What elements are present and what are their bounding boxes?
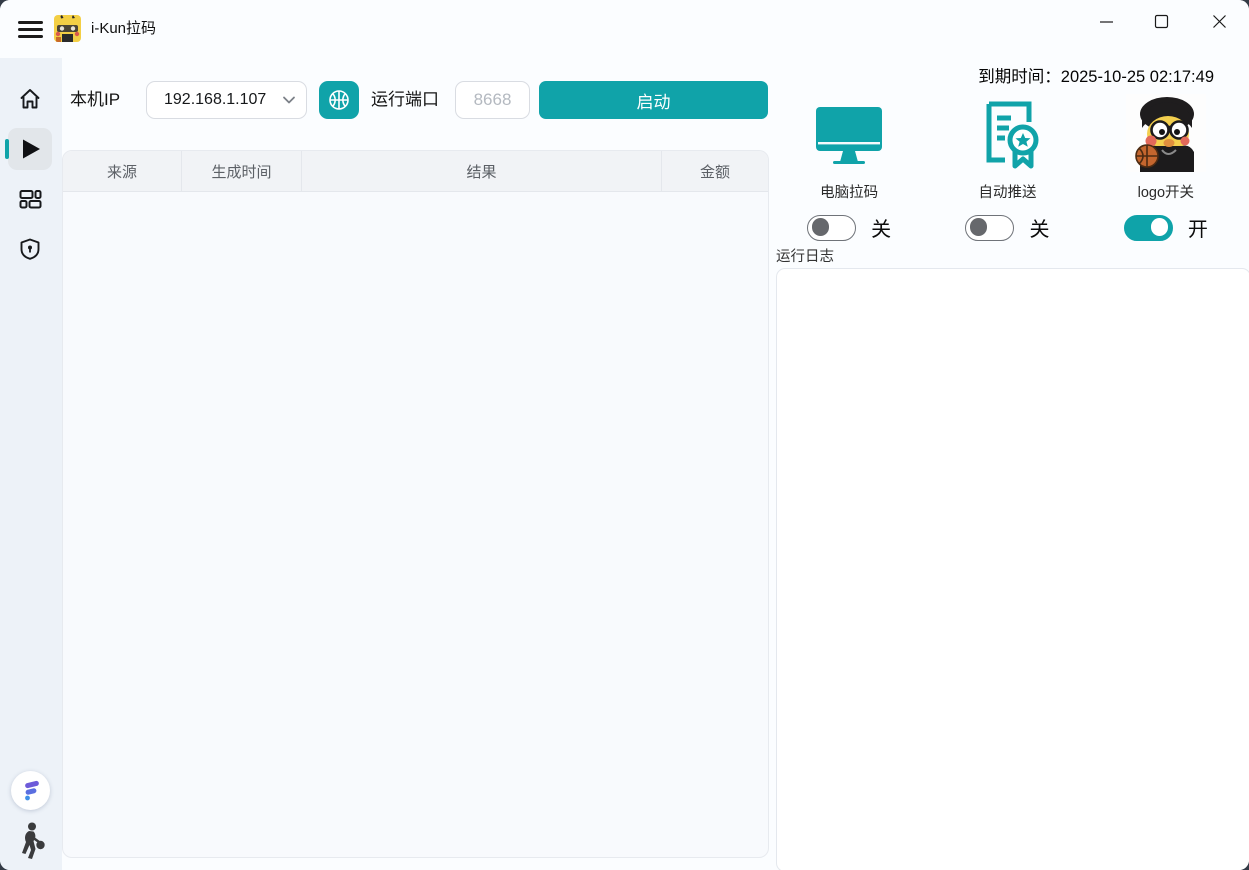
- table-body: [63, 191, 768, 857]
- sidebar: [0, 58, 62, 870]
- sidebar-item-security[interactable]: [8, 228, 52, 270]
- local-ip-label: 本机IP: [70, 81, 120, 119]
- table-header-row: 来源 生成时间 结果 金额: [63, 151, 768, 192]
- toggle-state-label: 开: [1188, 213, 1208, 242]
- logo-switch-toggle[interactable]: [1124, 215, 1173, 241]
- certificate-icon: [969, 92, 1045, 172]
- toggle-state-label: 关: [1029, 213, 1049, 242]
- play-icon: [17, 136, 43, 162]
- results-table: 来源 生成时间 结果 金额: [62, 150, 769, 858]
- auto-push-toggle[interactable]: [965, 215, 1014, 241]
- toggle-state-label: 关: [871, 213, 891, 242]
- column-header-time[interactable]: 生成时间: [182, 151, 302, 191]
- window-title: i-Kun拉码: [91, 0, 156, 58]
- sidebar-brand-button[interactable]: [11, 771, 50, 810]
- home-icon: [18, 87, 42, 111]
- basketball-icon: [327, 88, 351, 112]
- sidebar-item-home[interactable]: [8, 78, 52, 120]
- card-auto-push: 自动推送 关: [929, 92, 1085, 242]
- column-header-source[interactable]: 来源: [63, 151, 182, 191]
- expiry-value: 2025-10-25 02:17:49: [1061, 68, 1214, 86]
- title-bar: i-Kun拉码: [0, 0, 1249, 58]
- run-log-label: 运行日志: [776, 245, 834, 266]
- card-logo-switch: logo开关 开: [1088, 92, 1244, 242]
- card-pc-pull: 电脑拉码 关: [771, 92, 927, 242]
- apps-grid-icon: [18, 187, 42, 211]
- expiry-time: 到期时间：2025-10-25 02:17:49: [978, 63, 1214, 87]
- toggle-knob: [812, 218, 830, 236]
- card-label: 电脑拉码: [820, 181, 878, 202]
- sidebar-item-run[interactable]: [8, 128, 52, 170]
- minimize-button[interactable]: [1083, 0, 1129, 42]
- ip-select-value: 192.168.1.107: [164, 91, 282, 109]
- monitor-icon: [809, 92, 889, 172]
- close-button[interactable]: [1196, 0, 1242, 42]
- toggle-knob: [1151, 218, 1169, 236]
- shield-lock-icon: [18, 237, 42, 261]
- column-header-result[interactable]: 结果: [302, 151, 662, 191]
- active-indicator: [5, 139, 9, 159]
- card-label: logo开关: [1138, 181, 1194, 202]
- sidebar-item-apps[interactable]: [8, 178, 52, 220]
- column-header-amount[interactable]: 金额: [662, 151, 768, 191]
- avatar-image: [1126, 92, 1206, 172]
- pc-pull-toggle[interactable]: [807, 215, 856, 241]
- maximize-button[interactable]: [1138, 0, 1184, 42]
- card-label: 自动推送: [978, 181, 1036, 202]
- run-log-output[interactable]: [776, 268, 1249, 870]
- toggle-knob: [970, 218, 988, 236]
- app-logo-icon: [54, 15, 81, 42]
- app-window: i-Kun拉码: [0, 0, 1249, 870]
- feature-cards: 电脑拉码 关 自动推送 关: [770, 92, 1245, 242]
- expiry-label: 到期时间：: [978, 68, 1061, 86]
- port-input[interactable]: [455, 81, 530, 119]
- start-button[interactable]: 启动: [539, 81, 768, 119]
- basketball-player-icon: [15, 822, 47, 860]
- run-port-label: 运行端口: [371, 81, 439, 119]
- ip-select[interactable]: 192.168.1.107: [146, 81, 307, 119]
- flash-logo-icon: [19, 779, 43, 803]
- hamburger-menu-icon[interactable]: [18, 21, 43, 38]
- refresh-ip-button[interactable]: [319, 81, 359, 119]
- sidebar-player-button[interactable]: [12, 820, 50, 862]
- chevron-down-icon: [282, 95, 296, 105]
